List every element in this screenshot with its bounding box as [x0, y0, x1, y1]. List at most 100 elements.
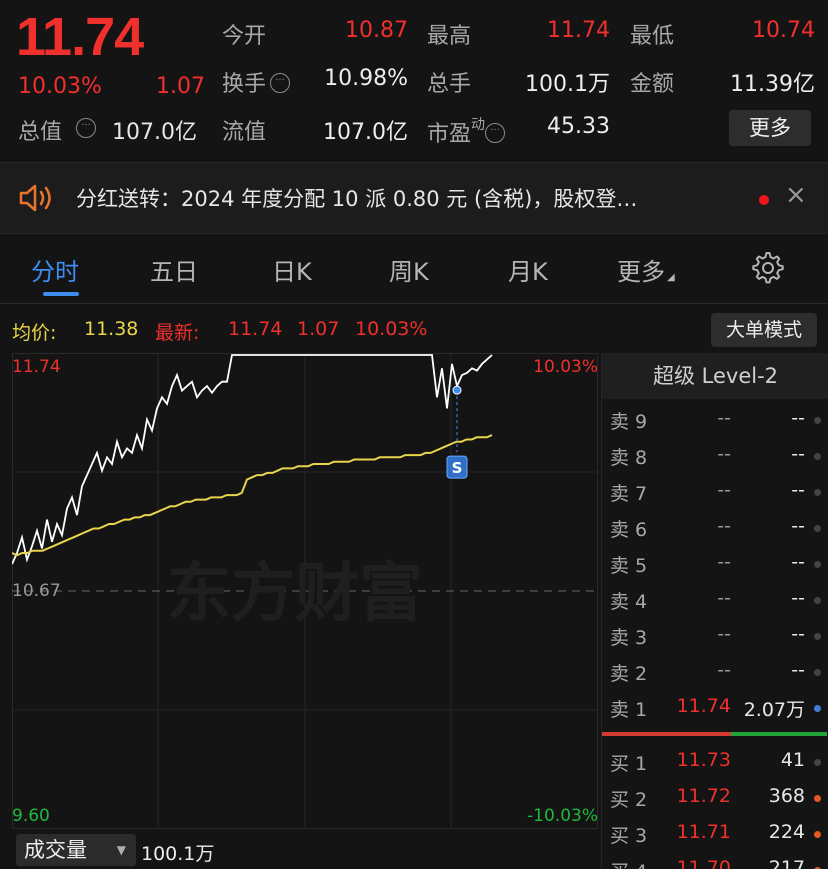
- bid-row[interactable]: 买 2 11.72 368: [602, 779, 828, 815]
- notice-text[interactable]: 分红送转：2024 年度分配 10 派 0.80 元 (含税)，股权登…: [76, 183, 637, 213]
- order-dot-icon: [814, 561, 821, 568]
- ask-row[interactable]: 卖 2 -- --: [602, 653, 828, 689]
- gear-icon[interactable]: [750, 250, 786, 286]
- open-label: 今开: [222, 24, 267, 49]
- bid-level-label: 买 3: [610, 825, 648, 847]
- ask-row[interactable]: 卖 1 11.74 2.07万: [602, 689, 828, 725]
- order-dot-icon: [814, 633, 821, 640]
- float-label: 流值: [222, 120, 267, 145]
- marker-point[interactable]: [452, 385, 462, 395]
- tab-more-label: 更多: [617, 258, 665, 286]
- low-value: 10.74: [752, 18, 815, 43]
- bid-row[interactable]: 买 1 11.73 41: [602, 743, 828, 779]
- last-change-value: 1.07: [297, 318, 340, 340]
- amount-label: 金额: [630, 72, 675, 97]
- ask-row[interactable]: 卖 7 -- --: [602, 473, 828, 509]
- intraday-chart[interactable]: 东方财富 S 11.74 10.03% 10.67 9.60 -10.03%: [11, 353, 598, 829]
- ask-price: --: [717, 515, 731, 537]
- mktcap-value: 107.0亿: [112, 120, 197, 145]
- order-dot-icon: [814, 759, 821, 766]
- ask-level-label: 卖 4: [610, 591, 648, 613]
- more-button[interactable]: 更多: [729, 110, 811, 146]
- volume-bar: 成交量 ▼ 100.1万: [0, 832, 600, 869]
- indicator-select[interactable]: 成交量 ▼: [16, 834, 136, 866]
- bid-level-label: 买 4: [610, 857, 647, 869]
- open-value: 10.87: [345, 18, 408, 43]
- bid-volume: 224: [768, 821, 805, 843]
- ask-row[interactable]: 卖 6 -- --: [602, 509, 828, 545]
- order-dot-icon: [814, 795, 821, 802]
- ask-price: --: [717, 623, 731, 645]
- caret-down-icon: ◢: [667, 272, 675, 283]
- bid-row[interactable]: 买 3 11.71 224: [602, 815, 828, 851]
- ask-price: --: [717, 551, 731, 573]
- speaker-icon: [19, 184, 51, 212]
- ask-level-label: 卖 5: [610, 555, 648, 577]
- bid-volume: 41: [780, 749, 805, 771]
- ask-volume: --: [791, 623, 805, 645]
- ask-price: --: [717, 407, 731, 429]
- tab-monthly-k[interactable]: 月K: [508, 252, 548, 287]
- ask-volume: --: [791, 443, 805, 465]
- mktcap-label: 总值: [18, 120, 63, 145]
- big-order-mode-button[interactable]: 大单模式: [711, 313, 817, 347]
- info-icon[interactable]: ···: [76, 118, 96, 138]
- ask-price: --: [717, 479, 731, 501]
- order-dot-icon: [814, 525, 821, 532]
- change-amount: 1.07: [156, 74, 205, 99]
- ask-volume: --: [791, 515, 805, 537]
- volume-total: 100.1万: [141, 843, 215, 865]
- tab-daily-k[interactable]: 日K: [272, 252, 312, 287]
- ask-level-label: 卖 6: [610, 519, 648, 541]
- ask-level-label: 卖 3: [610, 627, 648, 649]
- last-price-value: 11.74: [228, 318, 283, 340]
- ask-level-label: 卖 7: [610, 483, 648, 505]
- notice-bar[interactable]: 分红送转：2024 年度分配 10 派 0.80 元 (含税)，股权登… ×: [0, 162, 828, 234]
- volume-label: 总手: [427, 72, 472, 97]
- bid-level-label: 买 1: [610, 753, 648, 775]
- turnover-label-text: 换手: [222, 72, 267, 97]
- tab-five-day[interactable]: 五日: [150, 252, 198, 287]
- series-layer: S: [11, 354, 493, 565]
- chart-tabs: 分时 五日 日K 周K 月K 更多 ◢: [0, 240, 828, 304]
- active-tab-indicator: [43, 292, 79, 296]
- turnover-label[interactable]: 换手 ···: [222, 66, 291, 98]
- bid-volume: 217: [768, 857, 805, 869]
- bid-price: 11.70: [676, 857, 731, 869]
- ask-row[interactable]: 卖 4 -- --: [602, 581, 828, 617]
- high-value: 11.74: [547, 18, 610, 43]
- ask-row[interactable]: 卖 8 -- --: [602, 437, 828, 473]
- y-axis-mid-label: 10.67: [12, 581, 61, 601]
- info-icon[interactable]: ···: [270, 73, 291, 93]
- level2-title[interactable]: 超级 Level-2: [602, 353, 828, 399]
- ask-price: 11.74: [676, 695, 731, 717]
- avg-price-label: 均价:: [12, 322, 57, 344]
- order-dot-icon: [814, 669, 821, 676]
- pe-value: 45.33: [547, 114, 610, 139]
- order-dot-icon: [814, 417, 821, 424]
- ask-level-label: 卖 9: [610, 411, 648, 433]
- bid-price: 11.71: [676, 821, 731, 843]
- tab-weekly-k[interactable]: 周K: [389, 252, 429, 287]
- bid-price: 11.73: [676, 749, 731, 771]
- tab-intraday[interactable]: 分时: [31, 252, 79, 287]
- ask-row[interactable]: 卖 3 -- --: [602, 617, 828, 653]
- level2-panel: 超级 Level-2 卖 9 -- -- 卖 8 -- -- 卖 7 -- -- 卖 6 -- -- 卖…: [601, 353, 828, 869]
- ask-price: --: [717, 587, 731, 609]
- pe-dynamic-tag: 动: [471, 117, 486, 133]
- ask-row[interactable]: 卖 5 -- --: [602, 545, 828, 581]
- order-dot-icon: [814, 831, 821, 838]
- pe-label[interactable]: 市盈动 ···: [427, 114, 506, 148]
- ask-ratio: [602, 732, 731, 736]
- order-dot-icon: [814, 705, 821, 712]
- ask-row[interactable]: 卖 9 -- --: [602, 401, 828, 437]
- intraday-chart-svg: 东方财富 S: [11, 353, 598, 829]
- tab-more[interactable]: 更多 ◢: [617, 252, 675, 287]
- bid-level-label: 买 2: [610, 789, 648, 811]
- ask-level-label: 卖 1: [610, 699, 648, 721]
- bid-ratio: [731, 732, 827, 736]
- close-icon[interactable]: ×: [785, 180, 807, 210]
- y-axis-top-pct-label: 10.03%: [533, 357, 598, 377]
- amount-value: 11.39亿: [730, 72, 815, 97]
- bid-row[interactable]: 买 4 11.70 217: [602, 851, 828, 869]
